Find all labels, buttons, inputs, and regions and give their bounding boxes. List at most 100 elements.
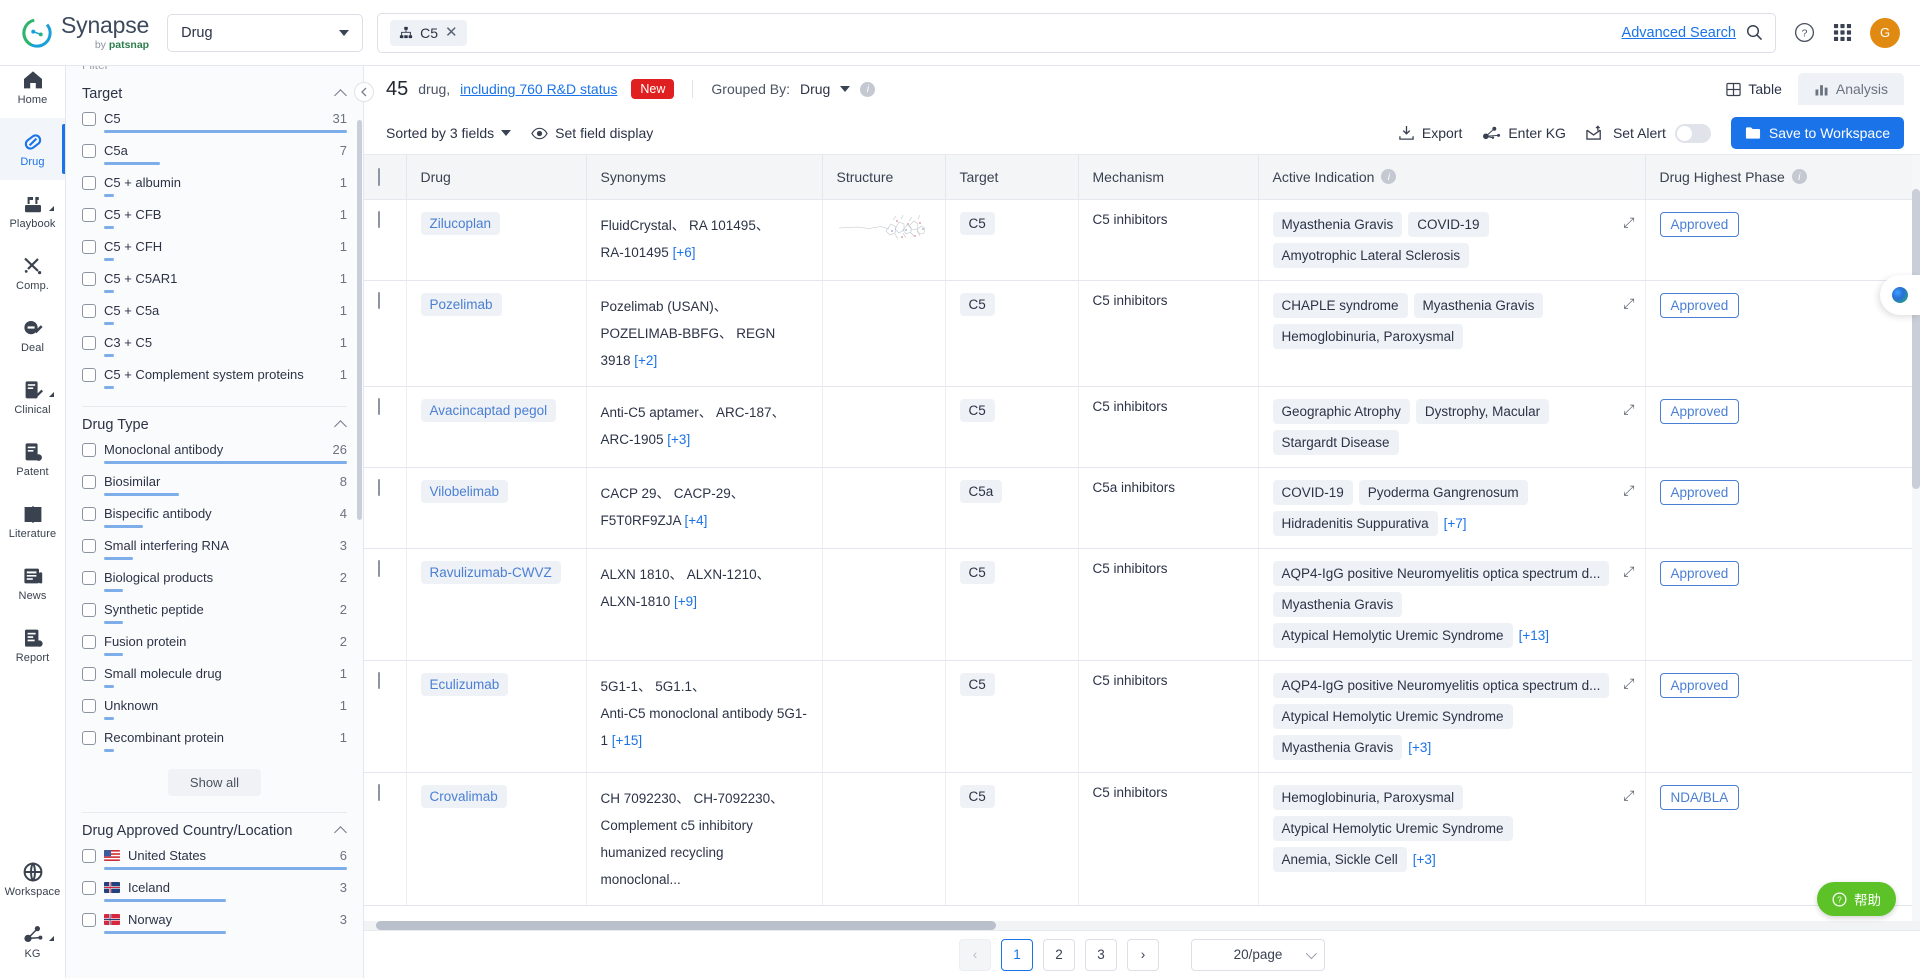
indication-pill[interactable]: Atypical Hemolytic Uremic Syndrome <box>1272 622 1513 648</box>
set-alert-button[interactable]: Set Alert <box>1586 123 1711 143</box>
tab-analysis[interactable]: Analysis <box>1797 73 1904 105</box>
page-button-1[interactable]: 1 <box>1001 938 1033 971</box>
indication-pill[interactable]: Hemoglobinuria, Paroxysmal <box>1272 784 1464 810</box>
filter-checkbox[interactable] <box>82 912 96 927</box>
filter-option[interactable]: C5 + C5AR1 1 <box>82 268 347 300</box>
filter-option[interactable]: C5 + CFH 1 <box>82 236 347 268</box>
rd-status-link[interactable]: including 760 R&D status <box>460 81 617 97</box>
filter-group-header[interactable]: Drug Approved Country/Location <box>82 815 347 845</box>
search-submit-icon[interactable] <box>1746 24 1763 41</box>
expand-icon[interactable]: ⤢ <box>1623 563 1634 580</box>
rail-item-workspace[interactable]: Workspace <box>0 848 65 910</box>
row-checkbox[interactable] <box>378 291 380 309</box>
filter-option[interactable]: Bispecific antibody 4 <box>82 503 347 535</box>
indication-more-link[interactable]: [+3] <box>1413 852 1436 867</box>
row-checkbox[interactable] <box>378 210 380 228</box>
rail-item-kg[interactable]: KG <box>0 910 65 972</box>
table-row[interactable]: Avacincaptad pegol Anti-C5 aptamer、 ARC-1… <box>364 386 1915 468</box>
filter-option[interactable]: Unknown 1 <box>82 695 347 727</box>
filter-option[interactable]: C5 + Complement system proteins 1 <box>82 364 347 396</box>
row-checkbox[interactable] <box>378 783 380 801</box>
tab-table[interactable]: Table <box>1710 73 1797 105</box>
indication-pill[interactable]: Pyoderma Gangrenosum <box>1358 479 1528 505</box>
indication-more-link[interactable]: [+13] <box>1519 628 1549 643</box>
synonyms-more-link[interactable]: [+4] <box>685 513 708 528</box>
filter-checkbox[interactable] <box>82 239 96 254</box>
synonyms-more-link[interactable]: [+6] <box>673 245 696 260</box>
filter-option[interactable]: United States 6 <box>82 845 347 877</box>
filter-option[interactable]: Norway 3 <box>82 909 347 941</box>
grouped-by-info-icon[interactable]: i <box>860 81 876 97</box>
enter-kg-button[interactable]: Enter KG <box>1482 125 1566 141</box>
rail-item-patent[interactable]: Patent <box>0 428 65 490</box>
filter-checkbox[interactable] <box>82 634 96 649</box>
filter-checkbox[interactable] <box>82 666 96 681</box>
chevron-up-icon[interactable] <box>334 420 347 433</box>
help-floating-button[interactable]: ? 帮助 <box>1817 882 1896 916</box>
indication-more-link[interactable]: [+7] <box>1444 516 1467 531</box>
indication-pill[interactable]: COVID-19 <box>1272 479 1353 505</box>
drug-name-link[interactable]: Avacincaptad pegol <box>420 398 557 422</box>
drug-name-link[interactable]: Zilucoplan <box>420 211 501 235</box>
row-checkbox[interactable] <box>378 671 380 689</box>
set-field-display-button[interactable]: Set field display <box>531 125 653 141</box>
filter-option[interactable]: Recombinant protein 1 <box>82 727 347 759</box>
table-vertical-scrollbar[interactable] <box>1912 155 1920 921</box>
column-header-target[interactable]: Target <box>945 155 1079 200</box>
search-bar[interactable]: C5 ✕ Advanced Search <box>377 12 1776 53</box>
synonyms-more-link[interactable]: [+9] <box>674 594 697 609</box>
expand-icon[interactable]: ⤢ <box>1623 295 1634 312</box>
indication-pill[interactable]: AQP4-IgG positive Neuromyelitis optica s… <box>1272 560 1610 586</box>
entity-type-select[interactable]: Drug <box>167 13 364 52</box>
filter-checkbox[interactable] <box>82 367 96 382</box>
chevron-up-icon[interactable] <box>334 826 347 839</box>
chevron-up-icon[interactable] <box>334 89 347 102</box>
floating-assistant-orb[interactable] <box>1880 275 1920 315</box>
rail-item-playbook[interactable]: Playbook <box>0 180 65 242</box>
synonyms-more-link[interactable]: [+15] <box>612 733 642 748</box>
indication-pill[interactable]: Atypical Hemolytic Uremic Syndrome <box>1272 815 1513 841</box>
rail-item-report[interactable]: Report <box>0 614 65 676</box>
filter-option[interactable]: Small molecule drug 1 <box>82 663 347 695</box>
indication-more-link[interactable]: [+3] <box>1408 740 1431 755</box>
filter-checkbox[interactable] <box>82 207 96 222</box>
apps-grid-icon[interactable] <box>1833 23 1852 42</box>
select-all-checkbox[interactable] <box>378 167 380 186</box>
save-to-workspace-button[interactable]: Save to Workspace <box>1730 117 1904 149</box>
expand-icon[interactable]: ⤢ <box>1623 482 1634 499</box>
rail-item-news[interactable]: News <box>0 552 65 614</box>
filter-checkbox[interactable] <box>82 271 96 286</box>
indication-pill[interactable]: Amyotrophic Lateral Sclerosis <box>1272 242 1470 268</box>
search-token-c5[interactable]: C5 ✕ <box>390 19 467 46</box>
filter-group-header[interactable]: Drug Type <box>82 409 347 439</box>
indication-pill[interactable]: Anemia, Sickle Cell <box>1272 846 1407 872</box>
expand-icon[interactable]: ⤢ <box>1623 787 1634 804</box>
filter-checkbox[interactable] <box>82 506 96 521</box>
filter-group-header[interactable]: Target <box>82 78 347 108</box>
filter-checkbox[interactable] <box>82 442 96 457</box>
indication-pill[interactable]: Myasthenia Gravis <box>1272 591 1403 617</box>
indication-pill[interactable]: COVID-19 <box>1408 211 1489 237</box>
indication-pill[interactable]: CHAPLE syndrome <box>1272 292 1408 318</box>
help-circle-icon[interactable]: ? <box>1794 22 1815 43</box>
column-info-icon[interactable]: i <box>1381 169 1397 185</box>
user-avatar[interactable]: G <box>1870 17 1900 48</box>
filter-checkbox[interactable] <box>82 730 96 745</box>
indication-pill[interactable]: AQP4-IgG positive Neuromyelitis optica s… <box>1272 672 1610 698</box>
expand-icon[interactable]: ⤢ <box>1623 401 1634 418</box>
table-horizontal-scrollbar[interactable] <box>364 921 1920 930</box>
rail-item-drug[interactable]: Drug <box>0 118 65 180</box>
row-checkbox[interactable] <box>378 559 380 577</box>
rail-item-clinical[interactable]: Clinical <box>0 366 65 428</box>
indication-pill[interactable]: Dystrophy, Macular <box>1415 398 1550 424</box>
filter-checkbox[interactable] <box>82 335 96 350</box>
filter-option[interactable]: Fusion protein 2 <box>82 631 347 663</box>
filter-option[interactable]: Synthetic peptide 2 <box>82 599 347 631</box>
filter-option[interactable]: Biological products 2 <box>82 567 347 599</box>
page-next-button[interactable]: › <box>1127 938 1159 971</box>
grouped-by-chevron-icon[interactable] <box>840 86 851 92</box>
expand-icon[interactable]: ⤢ <box>1623 214 1634 231</box>
page-prev-button[interactable]: ‹ <box>959 938 991 971</box>
drug-name-link[interactable]: Pozelimab <box>420 292 502 316</box>
table-row[interactable]: Eculizumab 5G1-1、 5G1.1、 Anti-C5 monoclona… <box>364 660 1915 773</box>
